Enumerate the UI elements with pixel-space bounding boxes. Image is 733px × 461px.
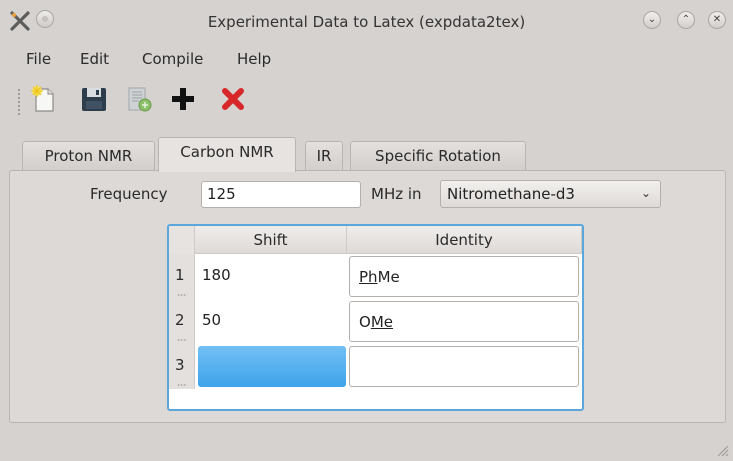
table-cell-identity[interactable]: OMe (349, 301, 579, 342)
window-title: Experimental Data to Latex (expdata2tex) (207, 13, 526, 31)
menu-bar: File Edit Compile Help (0, 46, 733, 74)
table-cell-shift[interactable]: 50 (196, 299, 346, 344)
add-icon[interactable] (168, 84, 198, 114)
row-header-2[interactable]: 2 (169, 299, 195, 344)
close-button[interactable]: ✕ (708, 11, 726, 29)
minimize-button[interactable]: ⌄ (643, 11, 661, 29)
column-header-shift[interactable]: Shift (195, 226, 347, 254)
tab-specific-rotation[interactable]: Specific Rotation (350, 141, 526, 171)
tab-ir[interactable]: IR (305, 141, 343, 171)
table-cell-shift-selected[interactable] (198, 346, 346, 387)
toolbar (0, 80, 733, 120)
column-header-identity[interactable]: Identity (347, 226, 582, 254)
row-resize-grip (177, 294, 187, 296)
row-resize-grip (177, 339, 187, 341)
unit-label: MHz in (371, 185, 422, 203)
identity-text: Me (377, 268, 400, 286)
identity-underlined-text: Ph (359, 268, 378, 286)
tab-proton-nmr[interactable]: Proton NMR (22, 141, 155, 171)
table-cell-identity[interactable] (349, 346, 579, 387)
identity-text: O (359, 313, 371, 331)
row-number: 1 (175, 266, 185, 284)
row-number: 3 (175, 356, 185, 374)
new-document-icon[interactable] (29, 84, 59, 114)
menu-file[interactable]: File (26, 50, 51, 68)
row-header-3[interactable]: 3 (169, 344, 195, 389)
row-header-1[interactable]: 1 (169, 254, 195, 299)
row-resize-grip (177, 384, 187, 386)
menu-help[interactable]: Help (237, 50, 271, 68)
chevron-down-icon: ⌄ (647, 14, 657, 25)
delete-icon[interactable] (218, 84, 248, 114)
export-icon[interactable] (124, 84, 154, 114)
solvent-selected-value: Nitromethane-d3 (447, 185, 575, 203)
frequency-input[interactable]: 125 (201, 181, 361, 208)
title-bar: Experimental Data to Latex (expdata2tex)… (0, 0, 733, 40)
menu-edit[interactable]: Edit (80, 50, 109, 68)
menu-compile[interactable]: Compile (142, 50, 203, 68)
close-icon: ✕ (712, 14, 722, 25)
tab-carbon-nmr[interactable]: Carbon NMR (158, 137, 296, 172)
identity-underlined-text: Me (370, 313, 393, 331)
table-cell-identity[interactable]: PhMe (349, 256, 579, 297)
carbon-nmr-panel: Frequency 125 MHz in Nitromethane-d3 ⌄ S… (9, 170, 726, 423)
frequency-label: Frequency (90, 185, 168, 203)
toolbar-grip[interactable] (17, 88, 21, 116)
chevron-down-icon: ⌄ (640, 186, 651, 200)
shift-table[interactable]: Shift Identity 1 180 PhMe 2 50 OMe 3 (167, 224, 584, 411)
resize-grip-icon[interactable] (715, 443, 729, 457)
row-number: 2 (175, 311, 185, 329)
main-window: Experimental Data to Latex (expdata2tex)… (0, 0, 733, 461)
solvent-select[interactable]: Nitromethane-d3 ⌄ (440, 180, 661, 208)
maximize-button[interactable]: ⌃ (677, 11, 695, 29)
table-cell-shift[interactable]: 180 (196, 254, 346, 299)
save-icon[interactable] (79, 84, 109, 114)
table-corner[interactable] (169, 226, 195, 254)
chevron-up-icon: ⌃ (681, 14, 691, 25)
